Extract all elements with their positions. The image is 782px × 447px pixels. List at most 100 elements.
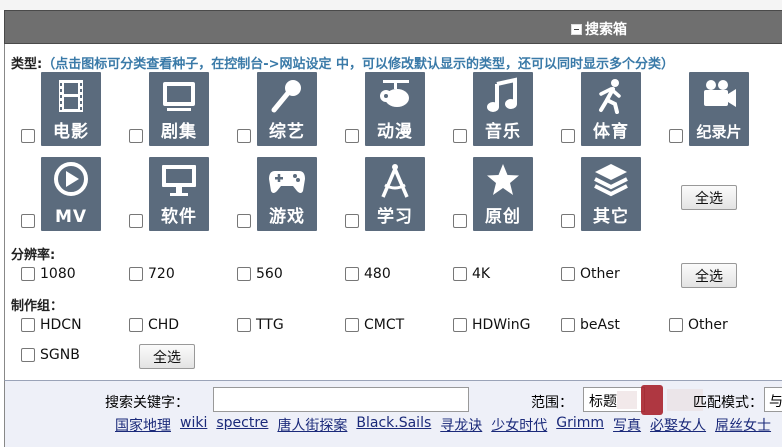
category-mv[interactable]: MV [21, 157, 129, 237]
group-option-ttg[interactable]: TTG [237, 317, 284, 333]
checkbox[interactable] [453, 267, 467, 281]
checkbox[interactable] [129, 318, 143, 332]
checkbox[interactable] [345, 267, 359, 281]
type-section-label-row: 类型:（点击图标可分类查看种子，在控制台->网站设定 中，可以修改默认显示的类型… [11, 53, 674, 72]
type-label: 类型: [11, 57, 43, 72]
collapse-toggle-icon[interactable] [571, 23, 582, 35]
category-checkbox[interactable] [669, 129, 683, 143]
option-label: 4K [472, 266, 491, 282]
hot-keyword-link[interactable]: Black.Sails [356, 415, 431, 435]
hot-keyword-link[interactable]: wiki [180, 415, 207, 435]
checkbox[interactable] [129, 267, 143, 281]
category-tile[interactable]: 剧集 [149, 72, 209, 146]
category-label: 软件 [161, 207, 197, 227]
microphone-icon [271, 80, 301, 113]
category-checkbox[interactable] [345, 129, 359, 143]
resolution-option-1080[interactable]: 1080 [21, 266, 76, 282]
group-option-beast[interactable]: beAst [561, 317, 620, 333]
category-sports[interactable]: 体育 [561, 72, 669, 152]
category-checkbox[interactable] [561, 214, 575, 228]
category-tile[interactable]: 纪录片 [689, 72, 749, 146]
hot-keyword-link[interactable]: spectre [216, 415, 268, 435]
category-music[interactable]: 音乐 [453, 72, 561, 152]
search-bar: 搜索关键字： 范围： 标题 匹配模式： 与 国家地理 wiki spectre … [4, 380, 782, 447]
category-checkbox[interactable] [345, 214, 359, 228]
resolution-option-other[interactable]: Other [561, 266, 620, 282]
checkbox[interactable] [669, 318, 683, 332]
hot-keyword-link[interactable]: 唐人街探案 [277, 415, 347, 435]
category-other[interactable]: 其它 [561, 157, 669, 237]
hot-keyword-link[interactable]: 寻龙诀 [440, 415, 482, 435]
hot-keyword-link[interactable]: 国家地理 [115, 415, 171, 435]
category-tile[interactable]: 学习 [365, 157, 425, 231]
search-box-header[interactable]: 搜索箱 [4, 10, 782, 44]
category-documentary[interactable]: 纪录片 [669, 72, 777, 152]
select-all-groups-button[interactable]: 全选 [139, 344, 195, 369]
hot-keyword-link[interactable]: 写真 [613, 415, 641, 435]
category-checkbox[interactable] [21, 214, 35, 228]
checkbox[interactable] [561, 267, 575, 281]
checkbox[interactable] [237, 267, 251, 281]
hot-keyword-link[interactable]: 少女时代 [491, 415, 547, 435]
option-label: HDWinG [472, 317, 531, 333]
checkbox[interactable] [345, 318, 359, 332]
group-option-other[interactable]: Other [669, 317, 728, 333]
category-study[interactable]: 学习 [345, 157, 453, 237]
checkbox[interactable] [237, 318, 251, 332]
resolution-option-560[interactable]: 560 [237, 266, 283, 282]
category-checkbox[interactable] [21, 129, 35, 143]
category-series[interactable]: 剧集 [129, 72, 237, 152]
option-label: 720 [148, 266, 175, 282]
category-tile[interactable]: 体育 [581, 72, 641, 146]
group-option-sgnb[interactable]: SGNB [21, 347, 80, 363]
category-checkbox[interactable] [129, 214, 143, 228]
category-label: 音乐 [485, 122, 521, 142]
video-camera-icon [704, 80, 736, 107]
hot-keyword-link[interactable]: 必娶女人 [650, 415, 706, 435]
match-mode-select[interactable]: 与 [764, 387, 782, 412]
category-software[interactable]: 软件 [129, 157, 237, 237]
category-checkbox[interactable] [237, 129, 251, 143]
resolution-option-720[interactable]: 720 [129, 266, 175, 282]
select-all-types-button[interactable]: 全选 [681, 185, 737, 210]
category-tile[interactable]: 音乐 [473, 72, 533, 146]
checkbox[interactable] [561, 318, 575, 332]
hot-keyword-link[interactable]: 屌丝女士 [715, 415, 771, 435]
group-option-cmct[interactable]: CMCT [345, 317, 404, 333]
category-tile[interactable]: 综艺 [257, 72, 317, 146]
category-tile[interactable]: 游戏 [257, 157, 317, 231]
checkbox[interactable] [21, 267, 35, 281]
select-all-resolution-button[interactable]: 全选 [681, 263, 737, 288]
category-checkbox[interactable] [561, 129, 575, 143]
checkbox[interactable] [21, 348, 35, 362]
category-original[interactable]: 原创 [453, 157, 561, 237]
category-tile[interactable]: 动漫 [365, 72, 425, 146]
category-tile[interactable]: 其它 [581, 157, 641, 231]
hot-keyword-link[interactable]: Grimm [556, 415, 604, 435]
category-movie[interactable]: 电影 [21, 72, 129, 152]
checkbox[interactable] [21, 318, 35, 332]
group-label: 制作组： [11, 299, 64, 314]
category-tile[interactable]: 原创 [473, 157, 533, 231]
header-title-group[interactable]: 搜索箱 [571, 19, 627, 39]
top-strip [0, 0, 782, 10]
monitor-icon [162, 165, 196, 196]
category-checkbox[interactable] [453, 129, 467, 143]
category-variety[interactable]: 综艺 [237, 72, 345, 152]
hot-keywords: 国家地理 wiki spectre 唐人街探案 Black.Sails 寻龙诀 … [115, 415, 771, 435]
category-checkbox[interactable] [453, 214, 467, 228]
category-tile[interactable]: 电影 [41, 72, 101, 146]
category-games[interactable]: 游戏 [237, 157, 345, 237]
resolution-option-480[interactable]: 480 [345, 266, 391, 282]
group-option-hdcn[interactable]: HDCN [21, 317, 82, 333]
category-checkbox[interactable] [129, 129, 143, 143]
keyword-input[interactable] [213, 387, 469, 412]
category-checkbox[interactable] [237, 214, 251, 228]
category-tile[interactable]: 软件 [149, 157, 209, 231]
group-option-chd[interactable]: CHD [129, 317, 179, 333]
group-option-hdwing[interactable]: HDWinG [453, 317, 530, 333]
resolution-option-4k[interactable]: 4K [453, 266, 490, 282]
checkbox[interactable] [453, 318, 467, 332]
category-anime[interactable]: 动漫 [345, 72, 453, 152]
category-tile[interactable]: MV [41, 157, 101, 231]
